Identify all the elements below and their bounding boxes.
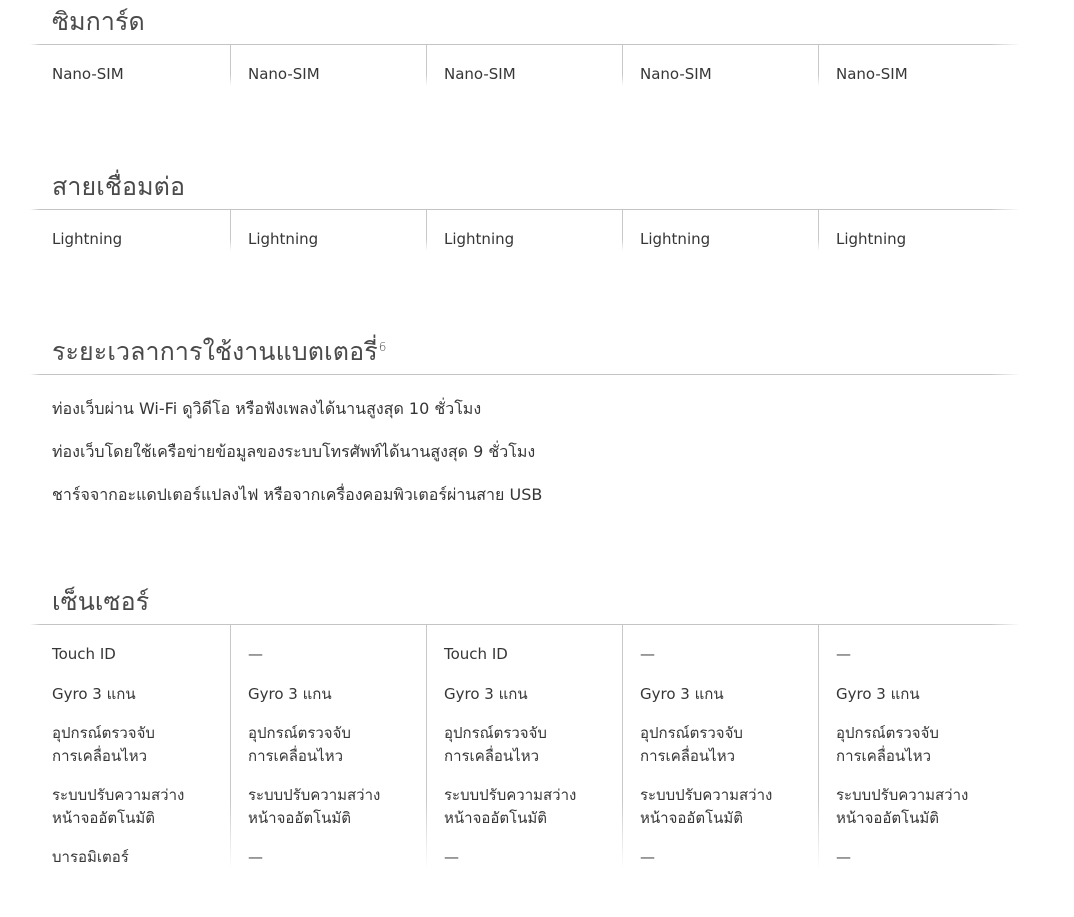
spec-value: Nano-SIM xyxy=(640,65,712,84)
section-heading-battery-life: ระยะเวลาการใช้งานแบตเตอรี่6 xyxy=(52,337,387,366)
section-heading-sim-card: ซิมการ์ด xyxy=(52,7,145,36)
spec-value: Lightning xyxy=(444,230,515,249)
spec-value: Gyro 3 แกน xyxy=(248,684,332,703)
spec-value-empty: — xyxy=(248,848,263,867)
battery-life-item: ชาร์จจากอะแดปเตอร์แปลงไฟ หรือจากเครื่องค… xyxy=(52,484,543,504)
spec-value-empty: — xyxy=(640,848,655,867)
battery-life-list: ท่องเว็บผ่าน Wi-Fi ดูวิดีโอ หรือฟังเพลงไ… xyxy=(0,375,1074,505)
spec-value: Gyro 3 แกน xyxy=(52,684,136,703)
section-connector: สายเชื่อมต่อ Lightning Lightning Lightning L… xyxy=(0,171,1074,251)
comparison-column: Lightning xyxy=(426,210,622,251)
comparison-column: — Gyro 3 แกนอุปกรณ์ตรวจจับ การเคลื่อนไหวร… xyxy=(818,625,1074,869)
battery-life-item: ท่องเว็บโดยใช้เครือข่ายข้อมูลของระบบโทรศ… xyxy=(52,442,536,462)
comparison-column: Lightning xyxy=(622,210,818,251)
spec-value: อุปกรณ์ตรวจจับ การเคลื่อนไหว xyxy=(444,724,547,765)
spec-value: Nano-SIM xyxy=(444,65,516,84)
spec-value: Nano-SIM xyxy=(836,65,908,84)
spec-value: Lightning xyxy=(52,230,123,249)
battery-life-item: ท่องเว็บผ่าน Wi-Fi ดูวิดีโอ หรือฟังเพลงไ… xyxy=(52,399,482,419)
comparison-columns: Touch ID Gyro 3 แกนอุปกรณ์ตรวจจับ การเคลื… xyxy=(0,625,1074,869)
spec-value: Gyro 3 แกน xyxy=(836,684,920,703)
section-battery-life: ระยะเวลาการใช้งานแบตเตอรี่6 ท่องเว็บผ่าน … xyxy=(0,336,1074,506)
spec-value: Touch ID xyxy=(52,645,116,664)
spec-value: ระบบปรับความสว่าง หน้าจออัตโนมัติ xyxy=(248,786,381,827)
section-heading-sensors: เซ็นเซอร์ xyxy=(52,587,150,616)
comparison-column: Nano-SIM xyxy=(622,45,818,86)
comparison-columns: Lightning Lightning Lightning Lightning Ligh… xyxy=(0,210,1074,251)
comparison-column: Lightning xyxy=(818,210,1074,251)
comparison-column: — Gyro 3 แกนอุปกรณ์ตรวจจับ การเคลื่อนไหวร… xyxy=(230,625,426,869)
comparison-column: Nano-SIM xyxy=(0,45,230,86)
spec-value: Lightning xyxy=(248,230,319,249)
spec-value: บารอมิเตอร์ xyxy=(52,848,129,867)
spec-value: Nano-SIM xyxy=(52,65,124,84)
spec-value: Touch ID xyxy=(444,645,508,664)
spec-value-empty: — xyxy=(640,645,655,664)
comparison-column: — Gyro 3 แกนอุปกรณ์ตรวจจับ การเคลื่อนไหวร… xyxy=(622,625,818,869)
spec-value-empty: — xyxy=(248,645,263,664)
spec-value: Gyro 3 แกน xyxy=(640,684,724,703)
spec-value: อุปกรณ์ตรวจจับ การเคลื่อนไหว xyxy=(248,724,351,765)
comparison-column: Touch ID Gyro 3 แกนอุปกรณ์ตรวจจับ การเคลื… xyxy=(0,625,230,869)
comparison-column: Nano-SIM xyxy=(818,45,1074,86)
spec-value: อุปกรณ์ตรวจจับ การเคลื่อนไหว xyxy=(52,724,155,765)
comparison-column: Nano-SIM xyxy=(230,45,426,86)
section-heading-connector: สายเชื่อมต่อ xyxy=(52,172,186,201)
spec-value: Lightning xyxy=(640,230,711,249)
spec-value-empty: — xyxy=(836,645,851,664)
spec-value: Gyro 3 แกน xyxy=(444,684,528,703)
spec-value: ระบบปรับความสว่าง หน้าจออัตโนมัติ xyxy=(640,786,773,827)
comparison-column: Touch ID Gyro 3 แกนอุปกรณ์ตรวจจับ การเคลื… xyxy=(426,625,622,869)
spec-value: ระบบปรับความสว่าง หน้าจออัตโนมัติ xyxy=(444,786,577,827)
section-sim-card: ซิมการ์ด Nano-SIM Nano-SIM Nano-SIM Nano-SIM… xyxy=(0,6,1074,86)
spec-value: Nano-SIM xyxy=(248,65,320,84)
section-sensors: เซ็นเซอร์ Touch ID Gyro 3 แกนอุปกรณ์ตรวจจั… xyxy=(0,586,1074,869)
footnote-marker[interactable]: 6 xyxy=(379,340,387,354)
comparison-column: Nano-SIM xyxy=(426,45,622,86)
spec-value-empty: — xyxy=(836,848,851,867)
spec-comparison-page: ซิมการ์ด Nano-SIM Nano-SIM Nano-SIM Nano-SIM… xyxy=(0,0,1074,917)
comparison-column: Lightning xyxy=(230,210,426,251)
spec-value: อุปกรณ์ตรวจจับ การเคลื่อนไหว xyxy=(836,724,939,765)
spec-value: ระบบปรับความสว่าง หน้าจออัตโนมัติ xyxy=(52,786,185,827)
comparison-columns: Nano-SIM Nano-SIM Nano-SIM Nano-SIM Nano-SIM xyxy=(0,45,1074,86)
comparison-column: Lightning xyxy=(0,210,230,251)
spec-value: Lightning xyxy=(836,230,907,249)
spec-value: อุปกรณ์ตรวจจับ การเคลื่อนไหว xyxy=(640,724,743,765)
spec-value: ระบบปรับความสว่าง หน้าจออัตโนมัติ xyxy=(836,786,969,827)
spec-value-empty: — xyxy=(444,848,459,867)
